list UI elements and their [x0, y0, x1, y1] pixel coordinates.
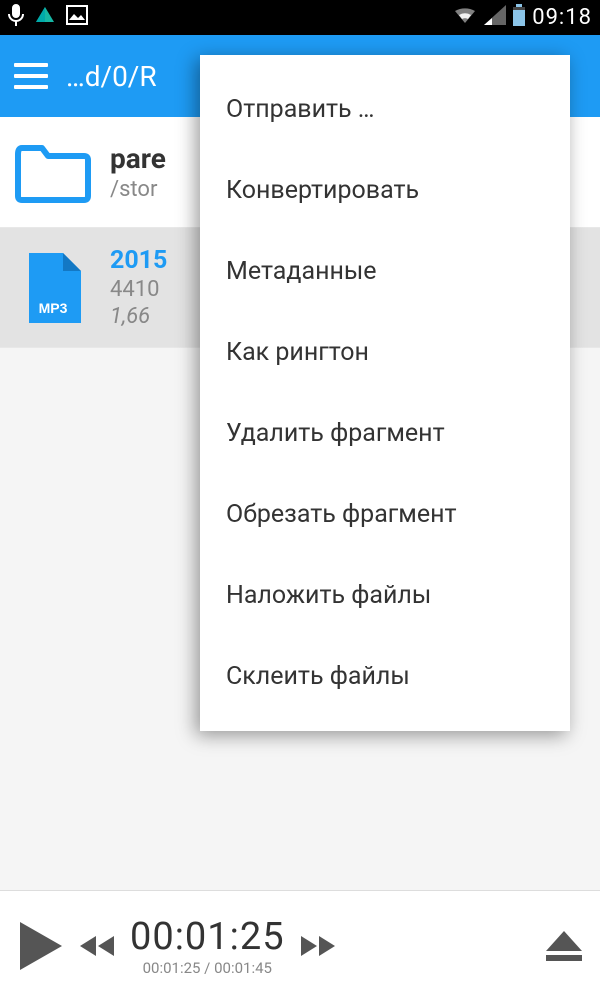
- player-bar: 00:01:25 00:01:25 / 00:01:45: [0, 890, 600, 1000]
- menu-item-trim-fragment[interactable]: Обрезать фрагмент: [200, 474, 570, 555]
- play-button[interactable]: [14, 920, 66, 972]
- mp3-file-icon: MP3: [14, 251, 92, 325]
- folder-title: pare: [110, 142, 166, 175]
- signal-icon: [484, 5, 506, 31]
- file-title: 2015: [110, 246, 167, 275]
- svg-text:MP3: MP3: [39, 300, 68, 316]
- mic-icon: [8, 4, 24, 31]
- player-time-sub: 00:01:25 / 00:01:45: [143, 959, 272, 977]
- player-time-main: 00:01:25: [130, 915, 285, 959]
- image-icon: [66, 5, 88, 30]
- battery-icon: [512, 4, 526, 32]
- menu-item-convert[interactable]: Конвертировать: [200, 150, 570, 231]
- menu-item-ringtone[interactable]: Как рингтон: [200, 312, 570, 393]
- triangle-icon: [34, 4, 56, 31]
- menu-item-delete-fragment[interactable]: Удалить фрагмент: [200, 393, 570, 474]
- menu-icon[interactable]: [14, 63, 48, 89]
- status-time: 09:18: [532, 5, 592, 30]
- rewind-button[interactable]: [80, 934, 116, 958]
- folder-subtitle: /stor: [110, 177, 166, 202]
- status-bar: 09:18: [0, 0, 600, 35]
- forward-button[interactable]: [299, 934, 335, 958]
- wifi-icon: [452, 5, 478, 31]
- file-subtitle: 4410: [110, 277, 167, 302]
- folder-icon: [14, 135, 92, 209]
- menu-item-overlay-files[interactable]: Наложить файлы: [200, 555, 570, 636]
- menu-item-send[interactable]: Отправить …: [200, 69, 570, 150]
- path-breadcrumb[interactable]: …d/0/R: [66, 60, 157, 93]
- context-menu: Отправить … Конвертировать Метаданные Ка…: [200, 55, 570, 731]
- menu-item-merge-files[interactable]: Склеить файлы: [200, 636, 570, 717]
- menu-item-metadata[interactable]: Метаданные: [200, 231, 570, 312]
- eject-button[interactable]: [542, 929, 586, 963]
- file-size: 1,66: [110, 304, 167, 329]
